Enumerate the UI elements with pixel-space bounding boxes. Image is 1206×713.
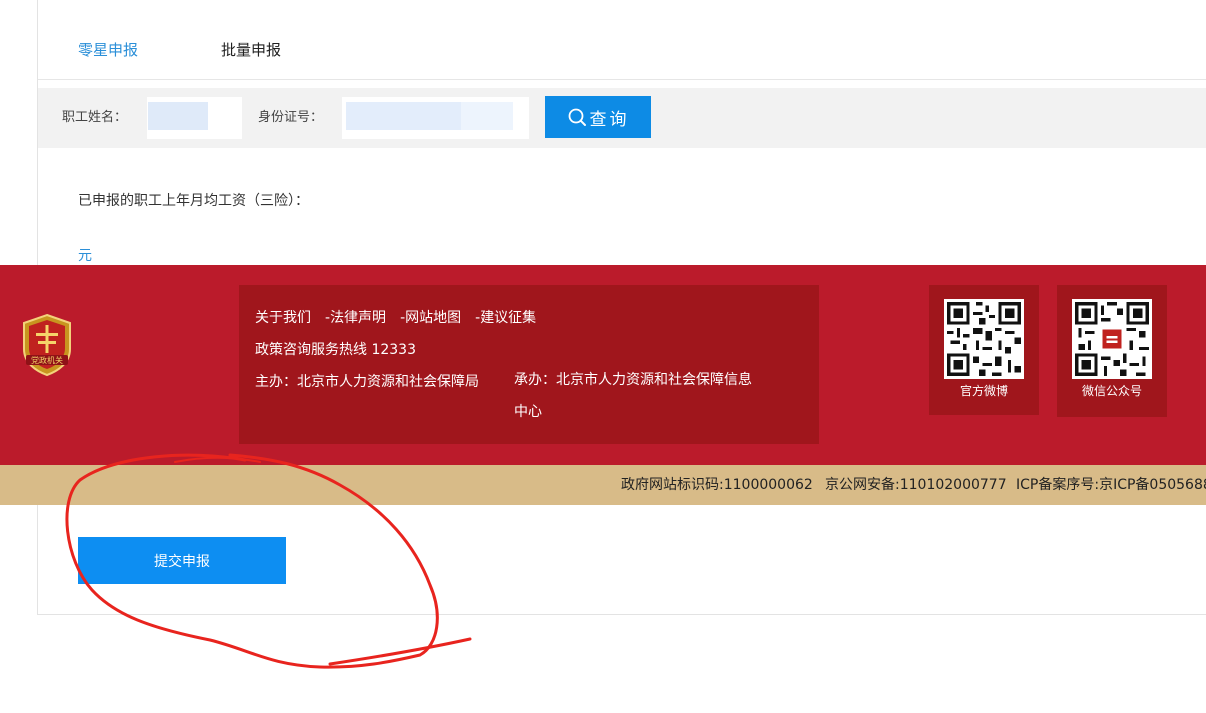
id-number-label: 身份证号： [258, 110, 324, 125]
registration-bar: 政府网站标识码:1100000062 京公网安备:110102000777 IC… [0, 465, 1206, 505]
weibo-qr-card[interactable]: 官方微博 [929, 285, 1039, 415]
service-hotline: 政策咨询服务热线 12333 [255, 342, 416, 358]
link-legal-notice[interactable]: 法律声明 [330, 310, 386, 326]
logo-text: 党政机关 [31, 355, 63, 365]
icp-registration[interactable]: ICP备案序号:京ICP备0505688 [1016, 465, 1206, 505]
wechat-qr-code [1072, 299, 1152, 379]
tab-batch-declaration[interactable]: 批量申报 [221, 40, 281, 60]
organizer-text: 承办：北京市人力资源和社会保障信息中心 [514, 372, 752, 420]
search-icon [568, 108, 586, 126]
search-button-label: 查询 [589, 109, 630, 130]
weibo-qr-code [944, 299, 1024, 379]
search-button[interactable]: 查询 [545, 96, 651, 138]
sponsor-text: 主办：北京市人力资源和社会保障局 [255, 374, 479, 390]
footer-links-row: 关于我们 -法律声明 -网站地图 -建议征集 [255, 307, 536, 327]
employee-name-label: 职工姓名： [62, 110, 128, 125]
redacted-id-value-tail [461, 102, 513, 130]
footer-info-panel: 关于我们 -法律声明 -网站地图 -建议征集 政策咨询服务热线 12333 主办：北京… [239, 285, 819, 444]
redacted-name-value [148, 102, 208, 130]
salary-unit: 元 [78, 248, 92, 264]
content-frame-bottom-border [37, 614, 1206, 615]
submit-declaration-button[interactable]: 提交申报 [78, 537, 286, 584]
site-footer: 党政机关 关于我们 -法律声明 -网站地图 -建议征集 政策咨询服务热线 12333 … [0, 265, 1206, 465]
redacted-id-value [346, 102, 461, 130]
party-government-logo: 党政机关 [23, 313, 71, 377]
declaration-tabs: 零星申报 批量申报 [38, 0, 1206, 80]
monthly-salary-label: 已申报的职工上年月均工资（三险）： [78, 193, 309, 209]
link-suggestions[interactable]: 建议征集 [480, 310, 536, 326]
link-about-us[interactable]: 关于我们 [255, 310, 311, 326]
police-registration: 京公网安备:110102000777 [825, 477, 1007, 493]
wechat-caption: 微信公众号 [1081, 384, 1142, 398]
link-sitemap[interactable]: 网站地图 [405, 310, 461, 326]
tab-single-declaration[interactable]: 零星申报 [78, 40, 138, 60]
wechat-qr-card[interactable]: 微信公众号 [1057, 285, 1167, 417]
search-bar: 职工姓名： 身份证号： 查询 [38, 88, 1206, 148]
weibo-caption: 官方微博 [959, 384, 1008, 398]
site-identifier: 政府网站标识码:1100000062 [621, 477, 813, 493]
